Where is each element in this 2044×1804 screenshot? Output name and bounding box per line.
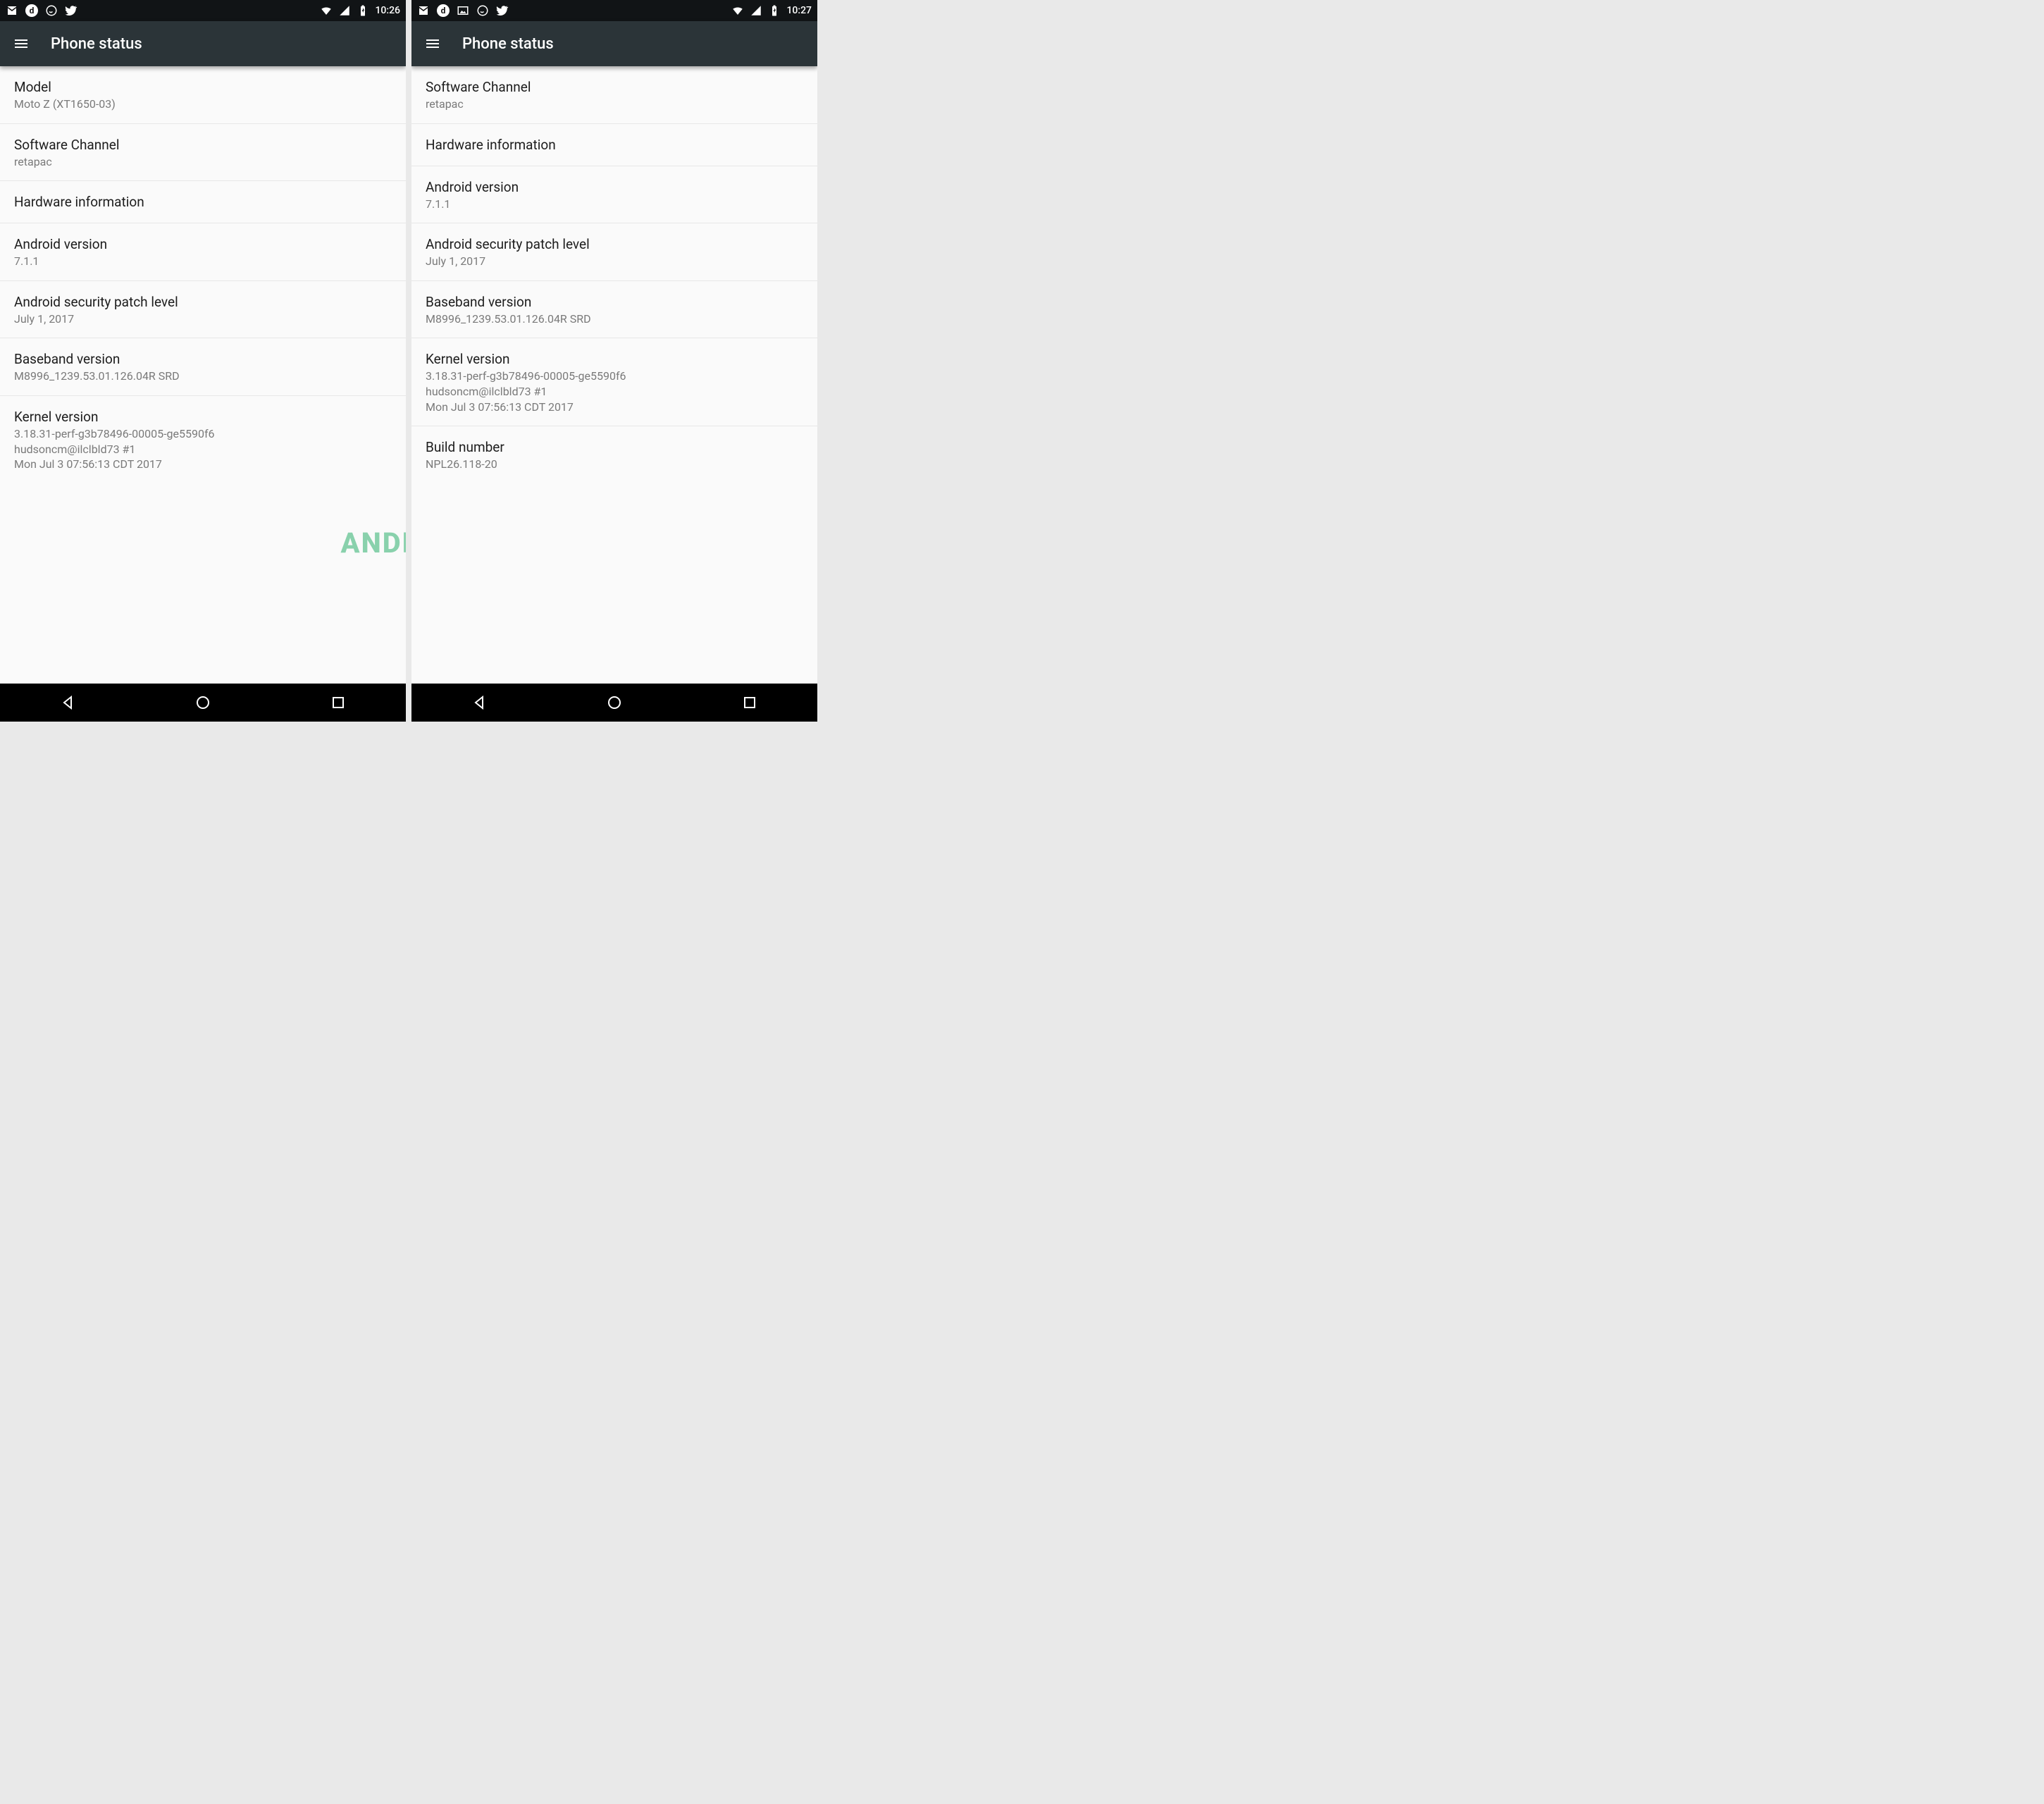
signal-icon xyxy=(338,4,351,17)
row-label: Baseband version xyxy=(14,351,392,367)
row-label: Build number xyxy=(426,439,803,455)
row-hardware-information[interactable]: Hardware information xyxy=(0,181,406,223)
row-label: Baseband version xyxy=(426,294,803,310)
battery-charging-icon xyxy=(357,4,369,17)
row-security-patch[interactable]: Android security patch level July 1, 201… xyxy=(0,281,406,339)
row-software-channel[interactable]: Software Channel retapac xyxy=(0,124,406,182)
row-label: Hardware information xyxy=(426,137,803,153)
row-value: 3.18.31-perf-g3b78496-00005-ge5590f6 hud… xyxy=(14,426,392,472)
nav-back-button[interactable] xyxy=(466,690,492,715)
hamburger-icon xyxy=(424,35,441,52)
row-value: 7.1.1 xyxy=(426,197,803,212)
row-model[interactable]: Model Moto Z (XT1650-03) xyxy=(0,66,406,124)
status-time: 10:27 xyxy=(786,5,812,16)
settings-list[interactable]: Software Channel retapac Hardware inform… xyxy=(411,66,817,684)
gmail-icon xyxy=(417,4,430,17)
row-value: 3.18.31-perf-g3b78496-00005-ge5590f6 hud… xyxy=(426,369,803,414)
menu-button[interactable] xyxy=(423,34,442,54)
row-label: Android security patch level xyxy=(14,294,392,310)
wifi-icon xyxy=(320,4,333,17)
row-value: July 1, 2017 xyxy=(14,311,392,327)
row-value: M8996_1239.53.01.126.04R SRD xyxy=(426,311,803,327)
picture-icon xyxy=(457,4,469,17)
status-time: 10:26 xyxy=(375,5,400,16)
row-value: M8996_1239.53.01.126.04R SRD xyxy=(14,369,392,384)
row-label: Kernel version xyxy=(426,351,803,367)
whatsapp-icon xyxy=(476,4,489,17)
nav-home-button[interactable] xyxy=(190,690,216,715)
settings-list[interactable]: Model Moto Z (XT1650-03) Software Channe… xyxy=(0,66,406,684)
row-hardware-information[interactable]: Hardware information xyxy=(411,124,817,166)
row-build-number[interactable]: Build number NPL26.118-20 xyxy=(411,426,817,483)
row-label: Software Channel xyxy=(14,137,392,153)
status-bar: d 10:27 xyxy=(411,0,817,21)
row-label: Model xyxy=(14,79,392,95)
row-security-patch[interactable]: Android security patch level July 1, 201… xyxy=(411,223,817,281)
row-android-version[interactable]: Android version 7.1.1 xyxy=(411,166,817,224)
row-label: Android security patch level xyxy=(426,236,803,252)
row-label: Android version xyxy=(426,179,803,195)
row-value: Moto Z (XT1650-03) xyxy=(14,97,392,112)
menu-button[interactable] xyxy=(11,34,31,54)
row-value: July 1, 2017 xyxy=(426,254,803,269)
gmail-icon xyxy=(6,4,18,17)
battery-charging-icon xyxy=(768,4,781,17)
nav-back-button[interactable] xyxy=(55,690,80,715)
page-title: Phone status xyxy=(462,35,554,53)
phone-screenshot-right: d 10:27 Phone status Software Channel re… xyxy=(411,0,817,722)
app-bar: Phone status xyxy=(0,21,406,66)
row-baseband-version[interactable]: Baseband version M8996_1239.53.01.126.04… xyxy=(0,338,406,396)
row-kernel-version[interactable]: Kernel version 3.18.31-perf-g3b78496-000… xyxy=(0,396,406,483)
nav-recents-button[interactable] xyxy=(326,690,351,715)
navigation-bar xyxy=(411,684,817,722)
row-label: Hardware information xyxy=(14,194,392,210)
row-value: NPL26.118-20 xyxy=(426,457,803,472)
nav-home-button[interactable] xyxy=(602,690,627,715)
wifi-icon xyxy=(731,4,744,17)
twitter-icon xyxy=(496,4,509,17)
row-android-version[interactable]: Android version 7.1.1 xyxy=(0,223,406,281)
hamburger-icon xyxy=(13,35,30,52)
status-bar: d 10:26 xyxy=(0,0,406,21)
row-label: Android version xyxy=(14,236,392,252)
signal-icon xyxy=(750,4,762,17)
row-kernel-version[interactable]: Kernel version 3.18.31-perf-g3b78496-000… xyxy=(411,338,817,426)
nav-recents-button[interactable] xyxy=(737,690,762,715)
whatsapp-icon xyxy=(45,4,58,17)
row-label: Software Channel xyxy=(426,79,803,95)
d-circle-icon: d xyxy=(437,4,450,17)
page-title: Phone status xyxy=(51,35,142,53)
navigation-bar xyxy=(0,684,406,722)
twitter-icon xyxy=(65,4,78,17)
row-software-channel[interactable]: Software Channel retapac xyxy=(411,66,817,124)
row-baseband-version[interactable]: Baseband version M8996_1239.53.01.126.04… xyxy=(411,281,817,339)
row-label: Kernel version xyxy=(14,409,392,425)
row-value: 7.1.1 xyxy=(14,254,392,269)
phone-screenshot-left: d 10:26 Phone status Model Moto Z (XT165… xyxy=(0,0,406,722)
row-value: retapac xyxy=(14,154,392,170)
row-value: retapac xyxy=(426,97,803,112)
d-circle-icon: d xyxy=(25,4,38,17)
app-bar: Phone status xyxy=(411,21,817,66)
